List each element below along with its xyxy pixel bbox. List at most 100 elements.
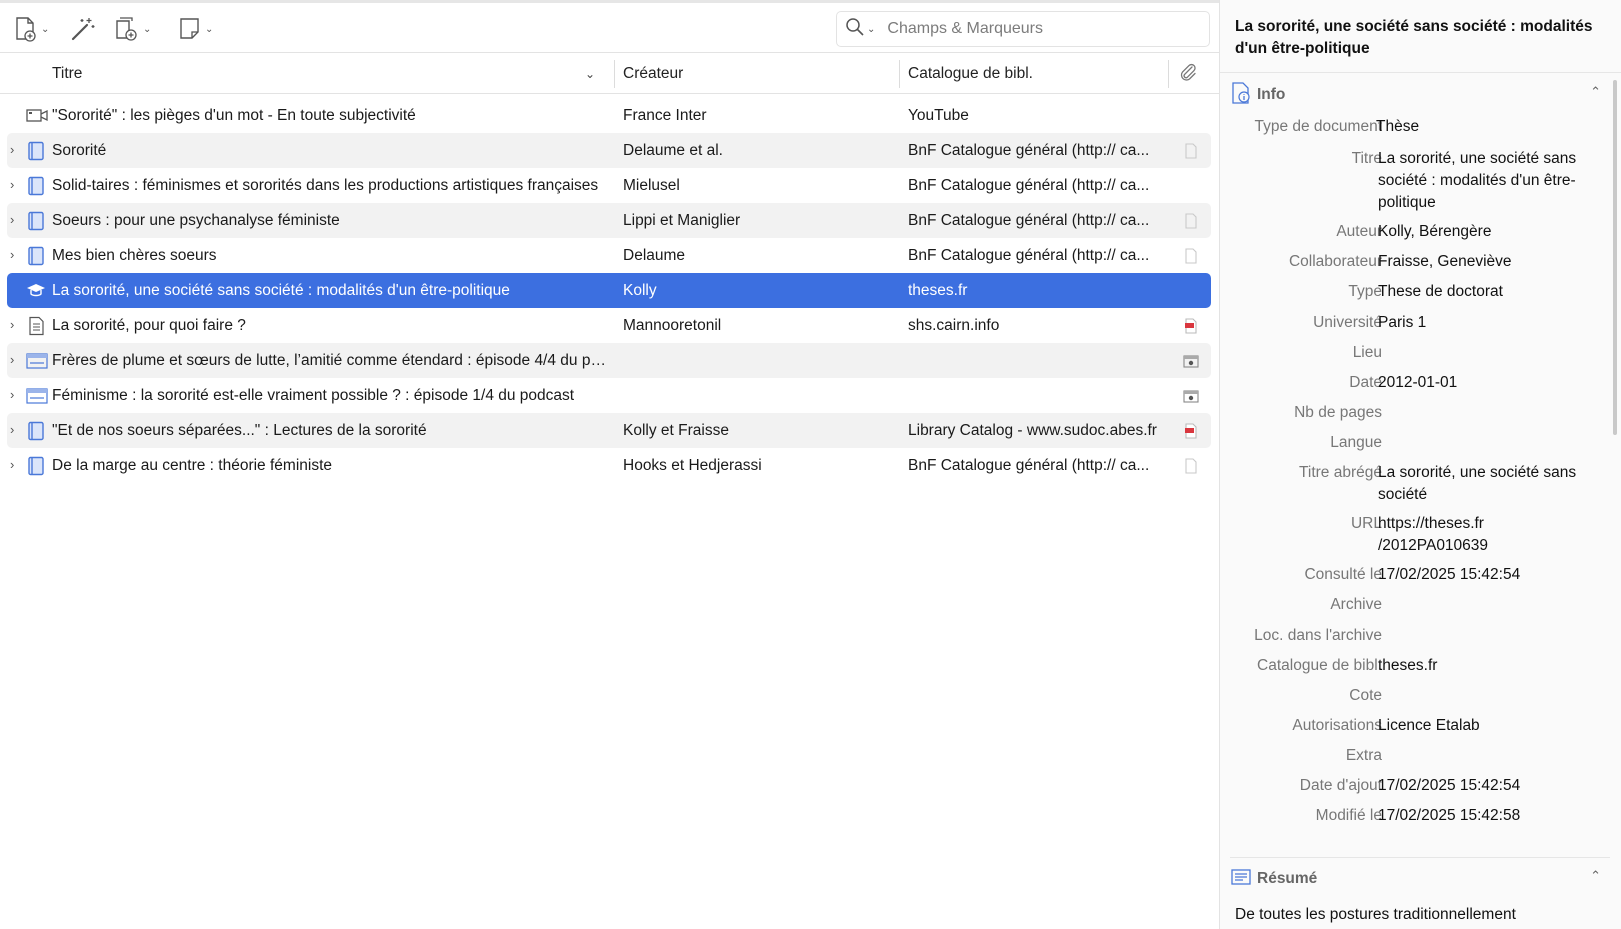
new-note-button[interactable]: ⌄ <box>178 12 213 46</box>
abstract-text[interactable]: De toutes les postures traditionnellemen… <box>1235 904 1605 926</box>
item-title: Féminisme : la sororité est-elle vraimen… <box>52 387 575 404</box>
table-row[interactable]: › Frères de plume et sœurs de lutte, l’am… <box>7 343 1211 378</box>
search-mode-button[interactable]: ⌄ <box>845 17 875 42</box>
divider <box>1230 857 1610 858</box>
thesis-icon <box>26 281 46 301</box>
field-value[interactable]: https://theses.fr /2012PA010639 <box>1378 513 1578 557</box>
scrollbar[interactable] <box>1613 80 1617 435</box>
chevron-right-icon[interactable]: › <box>10 388 22 402</box>
field-value[interactable]: 17/02/2025 15:42:54 <box>1378 564 1578 586</box>
field-label: Collaborateur <box>1288 253 1382 270</box>
chevron-right-icon[interactable]: › <box>10 318 22 332</box>
field-value[interactable]: These de doctorat <box>1378 281 1578 303</box>
field-label: Cote <box>1349 687 1382 704</box>
table-row[interactable]: › De la marge au centre : théorie féminis… <box>7 448 1211 483</box>
chevron-down-icon: ⌄ <box>867 23 876 35</box>
item-catalog: BnF Catalogue général (http:// ca... <box>908 212 1150 229</box>
column-title[interactable]: Titre <box>52 54 82 94</box>
document-icon[interactable] <box>1183 213 1199 229</box>
pdf-icon[interactable] <box>1183 423 1199 439</box>
column-creator[interactable]: Créateur <box>623 54 683 94</box>
chevron-right-icon[interactable]: › <box>10 178 22 192</box>
item-catalog: BnF Catalogue général (http:// ca... <box>908 142 1150 159</box>
item-title: Soeurs : pour une psychanalyse féministe <box>52 212 340 229</box>
field-label: Consulté le <box>1304 566 1382 583</box>
field-label: Type de document <box>1254 118 1382 135</box>
pdf-icon[interactable] <box>1183 318 1199 334</box>
magic-wand-icon <box>70 16 96 42</box>
chevron-down-icon: ⌄ <box>41 23 50 35</box>
add-by-identifier-button[interactable] <box>70 12 96 46</box>
field-label: Langue <box>1330 434 1382 451</box>
search-input[interactable] <box>887 20 1188 38</box>
document-icon[interactable] <box>1183 458 1199 474</box>
chevron-right-icon[interactable]: › <box>10 353 22 367</box>
book-icon <box>26 456 46 476</box>
sort-chevron-icon[interactable]: ⌄ <box>585 54 595 94</box>
item-creator: Hooks et Hedjerassi <box>623 457 762 474</box>
item-catalog: BnF Catalogue général (http:// ca... <box>908 177 1150 194</box>
item-details-pane: La sororité, une société sans société : … <box>1219 0 1621 929</box>
abstract-icon <box>1231 868 1251 891</box>
abstract-section-header[interactable]: Résumé ⌃ <box>1231 866 1611 892</box>
book-icon <box>26 141 46 161</box>
new-item-button[interactable]: ⌄ <box>14 12 49 46</box>
field-value[interactable]: 2012-01-01 <box>1378 372 1578 394</box>
item-catalog: Library Catalog - www.sudoc.abes.fr <box>908 422 1157 439</box>
column-separator[interactable] <box>899 60 900 88</box>
table-row[interactable]: › Féminisme : la sororité est-elle vraime… <box>7 378 1211 413</box>
field-value[interactable]: 17/02/2025 15:42:58 <box>1378 805 1578 827</box>
chevron-up-icon[interactable]: ⌃ <box>1590 868 1601 884</box>
item-creator: Delaume et al. <box>623 142 723 159</box>
table-row[interactable]: "Sororité" : les pièges d'un mot - En to… <box>7 98 1211 133</box>
chevron-right-icon[interactable]: › <box>10 423 22 437</box>
item-title: Mes bien chères soeurs <box>52 247 217 264</box>
field-value[interactable]: Fraisse, Geneviève <box>1378 251 1578 273</box>
field-value[interactable]: Kolly, Bérengère <box>1378 221 1578 243</box>
field-value[interactable]: Thèse <box>1376 116 1576 138</box>
info-section-label: Info <box>1257 86 1286 103</box>
webpage-icon <box>26 351 48 371</box>
document-icon[interactable] <box>1183 248 1199 264</box>
new-attachment-icon <box>114 16 140 42</box>
item-catalog: YouTube <box>908 107 969 124</box>
snapshot-icon[interactable] <box>1183 388 1199 404</box>
item-creator <box>623 378 893 413</box>
book-icon <box>26 176 46 196</box>
chevron-right-icon[interactable]: › <box>10 213 22 227</box>
snapshot-icon[interactable] <box>1183 353 1199 369</box>
new-attachment-button[interactable]: ⌄ <box>114 12 151 46</box>
new-note-icon <box>178 16 202 42</box>
column-catalog[interactable]: Catalogue de bibl. <box>908 54 1033 94</box>
column-separator[interactable] <box>1168 60 1169 88</box>
field-value[interactable]: Paris 1 <box>1378 312 1578 334</box>
book-icon <box>26 246 46 266</box>
field-value[interactable]: 17/02/2025 15:42:54 <box>1378 775 1578 797</box>
table-row[interactable]: La sororité, une société sans société : … <box>7 273 1211 308</box>
table-row[interactable]: › Solid-taires : féminismes et sororités … <box>7 168 1211 203</box>
item-creator: France Inter <box>623 107 707 124</box>
column-title-label: Titre <box>52 65 83 82</box>
field-value[interactable]: La sororité, une société sans société : … <box>1378 148 1578 214</box>
search-box[interactable]: ⌄ <box>836 11 1210 47</box>
chevron-right-icon[interactable]: › <box>10 458 22 472</box>
column-attachments[interactable] <box>1178 54 1198 94</box>
article-icon <box>26 316 46 336</box>
chevron-right-icon[interactable]: › <box>10 248 22 262</box>
field-value[interactable]: theses.fr <box>1378 655 1578 677</box>
chevron-right-icon[interactable]: › <box>10 143 22 157</box>
info-section-header[interactable]: Info ⌃ <box>1231 81 1611 108</box>
chevron-up-icon[interactable]: ⌃ <box>1590 84 1601 100</box>
field-value[interactable]: La sororité, une société sans société <box>1378 462 1578 506</box>
document-icon[interactable] <box>1183 143 1199 159</box>
item-title: Frères de plume et sœurs de lutte, l’ami… <box>52 352 607 369</box>
table-row[interactable]: › Sororité Delaume et al. BnF Catalogue gén… <box>7 133 1211 168</box>
field-value[interactable]: Licence Etalab <box>1378 715 1578 737</box>
table-row[interactable]: › Mes bien chères soeurs Delaume BnF Catalo… <box>7 238 1211 273</box>
column-separator[interactable] <box>614 60 615 88</box>
table-row[interactable]: › La sororité, pour quoi faire ? Mannooret… <box>7 308 1211 343</box>
table-row[interactable]: › "Et de nos soeurs séparées..." : Lectur… <box>7 413 1211 448</box>
table-row[interactable]: › Soeurs : pour une psychanalyse féminist… <box>7 203 1211 238</box>
divider <box>1220 72 1621 73</box>
item-creator: Mannooretonil <box>623 317 722 334</box>
